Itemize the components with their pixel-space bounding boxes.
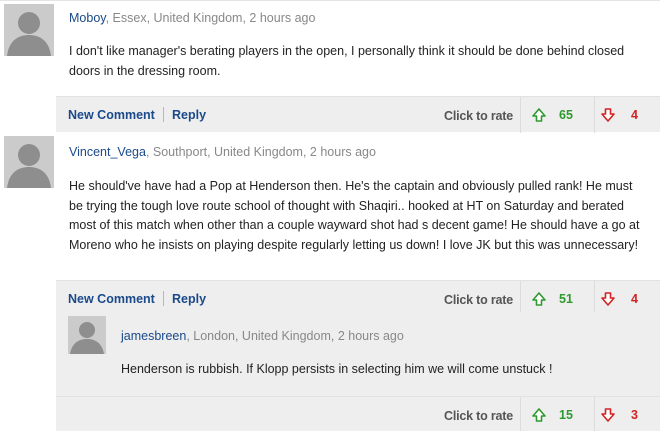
click-to-rate-label: Click to rate — [444, 409, 513, 423]
avatar-silhouette-icon — [68, 316, 106, 354]
arrow-down-icon — [600, 291, 616, 307]
comment-meta: Vincent_Vega, Southport, United Kingdom,… — [69, 145, 376, 159]
rate-up-button[interactable]: 15 — [520, 397, 594, 431]
comment-location-time: , Essex, United Kingdom, 2 hours ago — [105, 11, 316, 25]
arrow-down-icon — [600, 407, 616, 423]
reply-actions-bar: Click to rate 15 3 — [56, 396, 660, 431]
divider — [163, 291, 164, 306]
reply-button: Reply — [172, 292, 207, 306]
avatar — [68, 316, 106, 354]
rate-down-button[interactable]: 4 — [594, 97, 660, 133]
rate-down-count: 3 — [631, 408, 638, 422]
new-comment-button[interactable]: New Comment — [68, 108, 155, 122]
arrow-up-icon — [531, 407, 547, 423]
divider — [163, 107, 164, 122]
avatar — [4, 4, 54, 56]
comment-actions-bar: New Comment Reply Click to rate 65 4 — [56, 96, 660, 133]
comment-meta: Moboy, Essex, United Kingdom, 2 hours ag… — [69, 11, 315, 25]
reply-text: Henderson is rubbish. If Klopp persists … — [121, 362, 553, 376]
comment-author-link[interactable]: Vincent_Vega — [69, 145, 146, 159]
comment-actions-bar: New Comment Reply Click to rate 51 4 — [56, 280, 660, 317]
reply-button: Reply — [172, 108, 207, 122]
rate-up-count: 51 — [559, 292, 573, 306]
click-to-rate-label: Click to rate — [444, 293, 513, 307]
arrow-up-icon — [531, 107, 547, 123]
comment-text: I don't like manager's berating players … — [69, 44, 625, 78]
rate-up-button[interactable]: 65 — [520, 97, 594, 133]
comment-item: Vincent_Vega, Southport, United Kingdom,… — [0, 132, 660, 317]
reply-meta: jamesbreen, London, United Kingdom, 2 ho… — [121, 329, 404, 343]
comment-author-link[interactable]: Moboy — [69, 11, 106, 25]
arrow-up-icon — [531, 291, 547, 307]
rate-down-button[interactable]: 3 — [594, 397, 660, 431]
rate-down-count: 4 — [631, 292, 638, 306]
click-to-rate-label: Click to rate — [444, 109, 513, 123]
avatar — [4, 136, 54, 188]
arrow-down-icon — [600, 107, 616, 123]
reply-author-link[interactable]: jamesbreen — [121, 329, 186, 343]
comment-text: He should've have had a Pop at Henderson… — [69, 179, 640, 252]
avatar-silhouette-icon — [4, 136, 54, 188]
rate-down-count: 4 — [631, 108, 638, 122]
rate-up-count: 15 — [559, 408, 573, 422]
reply-location-time: , London, United Kingdom, 2 hours ago — [186, 329, 404, 343]
comment-location-time: , Southport, United Kingdom, 2 hours ago — [145, 145, 376, 159]
rate-up-count: 65 — [559, 108, 573, 122]
avatar-silhouette-icon — [4, 4, 54, 56]
reply-item: jamesbreen, London, United Kingdom, 2 ho… — [56, 312, 660, 431]
new-comment-button[interactable]: New Comment — [68, 292, 155, 306]
comment-item: Moboy, Essex, United Kingdom, 2 hours ag… — [0, 0, 660, 133]
